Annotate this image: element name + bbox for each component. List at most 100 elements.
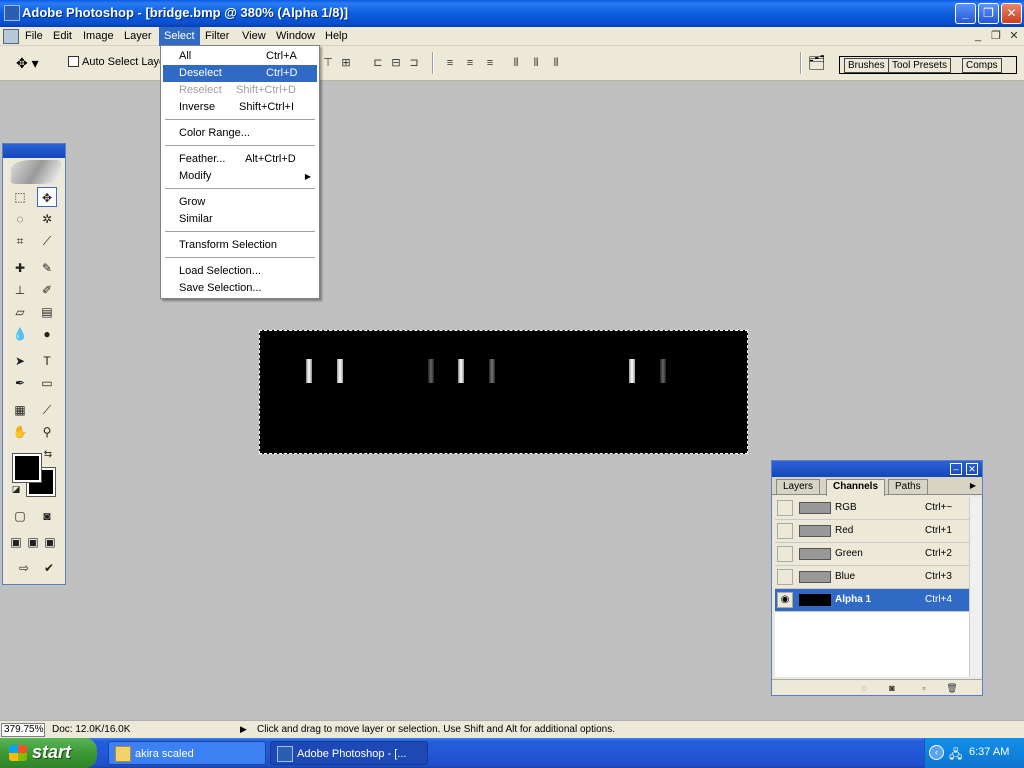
- move-tool-icon[interactable]: ✥: [37, 187, 57, 207]
- align-left-icon[interactable]: ⊏: [370, 55, 386, 71]
- menu-item-grow[interactable]: Grow: [163, 194, 317, 211]
- notes-tool-icon[interactable]: ▦: [10, 400, 30, 420]
- start-button[interactable]: start: [0, 738, 97, 768]
- dodge-tool-icon[interactable]: ●: [37, 324, 57, 344]
- slice-tool-icon[interactable]: ⟋: [37, 231, 57, 251]
- tab-layers[interactable]: Layers: [776, 479, 821, 494]
- visibility-toggle[interactable]: [777, 500, 793, 516]
- menu-file[interactable]: File: [20, 27, 48, 46]
- eraser-tool-icon[interactable]: ▱: [10, 302, 30, 322]
- menu-item-reselect[interactable]: Reselect Shift+Ctrl+D: [163, 82, 317, 99]
- menu-item-feather[interactable]: Feather... Alt+Ctrl+D: [163, 151, 317, 168]
- trash-icon[interactable]: 🗑: [946, 682, 958, 694]
- standard-screen-mode-icon[interactable]: ▣: [8, 532, 24, 552]
- palette-close-button[interactable]: ✕: [966, 463, 978, 475]
- foreground-color-swatch[interactable]: [12, 453, 42, 483]
- align-top-icon[interactable]: ⊤: [320, 55, 336, 71]
- new-channel-icon[interactable]: ▫: [918, 682, 930, 694]
- channel-row-alpha-1[interactable]: ◉ Alpha 1 Ctrl+4: [775, 589, 969, 612]
- distribute-left-icon[interactable]: ⫴: [508, 55, 524, 71]
- gradient-tool-icon[interactable]: ▤: [37, 302, 57, 322]
- history-brush-tool-icon[interactable]: ✐: [37, 280, 57, 300]
- title-bar[interactable]: Adobe Photoshop - [bridge.bmp @ 380% (Al…: [0, 0, 1024, 27]
- menu-window[interactable]: Window: [271, 27, 320, 46]
- pen-tool-icon[interactable]: ✒: [10, 373, 30, 393]
- full-screen-mode-icon[interactable]: ▣: [42, 532, 58, 552]
- close-button[interactable]: ✕: [1001, 3, 1022, 24]
- move-tool-icon[interactable]: ✥ ▾: [16, 54, 56, 74]
- document-minimize-button[interactable]: _: [971, 30, 985, 43]
- clone-stamp-tool-icon[interactable]: ⊥: [10, 280, 30, 300]
- status-menu-arrow-icon[interactable]: ▶: [240, 724, 247, 735]
- adobe-feather-icon[interactable]: [11, 160, 61, 184]
- document-size-info[interactable]: Doc: 12.0K/16.0K: [52, 724, 130, 735]
- lasso-tool-icon[interactable]: ◌: [10, 209, 30, 229]
- menu-edit[interactable]: Edit: [48, 27, 77, 46]
- quick-mask-mode-icon[interactable]: ◙: [37, 506, 57, 526]
- type-tool-icon[interactable]: T: [37, 351, 57, 371]
- align-right-icon[interactable]: ⊐: [406, 55, 422, 71]
- tab-channels[interactable]: Channels: [826, 479, 886, 496]
- document-icon[interactable]: [3, 29, 19, 44]
- palette-minimize-button[interactable]: –: [950, 463, 962, 475]
- palette-titlebar[interactable]: – ✕: [772, 461, 982, 477]
- network-icon[interactable]: 🖧: [949, 745, 965, 761]
- maximize-button[interactable]: ❐: [978, 3, 999, 24]
- menu-item-load-selection[interactable]: Load Selection...: [163, 263, 317, 280]
- menu-view[interactable]: View: [237, 27, 271, 46]
- distribute-hcenter-icon[interactable]: ⫴: [528, 55, 544, 71]
- menu-item-transform-selection[interactable]: Transform Selection: [163, 237, 317, 254]
- channel-row-green[interactable]: Green Ctrl+2: [775, 543, 969, 566]
- distribute-bottom-icon[interactable]: ≡: [482, 55, 498, 71]
- document-restore-button[interactable]: ❐: [989, 30, 1003, 43]
- align-hcenter-icon[interactable]: ⊟: [388, 55, 404, 71]
- menu-item-similar[interactable]: Similar: [163, 211, 317, 228]
- clock[interactable]: 6:37 AM: [969, 746, 1009, 758]
- channel-row-rgb[interactable]: RGB Ctrl+~: [775, 497, 969, 520]
- jump-to-imageready-icon[interactable]: ⇨: [10, 558, 38, 578]
- tab-paths[interactable]: Paths: [888, 479, 928, 494]
- menu-filter[interactable]: Filter: [200, 27, 234, 46]
- taskbar-item-photoshop[interactable]: Adobe Photoshop - [...: [270, 741, 428, 765]
- minimize-button[interactable]: _: [955, 3, 976, 24]
- shape-tool-icon[interactable]: ▭: [37, 373, 57, 393]
- blur-tool-icon[interactable]: 💧: [10, 324, 30, 344]
- healing-brush-tool-icon[interactable]: ✚: [10, 258, 30, 278]
- visibility-toggle[interactable]: [777, 569, 793, 585]
- load-channel-as-selection-icon[interactable]: ◌: [858, 682, 870, 694]
- zoom-level-field[interactable]: 379.75%: [1, 723, 45, 737]
- menu-select[interactable]: Select: [159, 27, 200, 46]
- zoom-tool-icon[interactable]: ⚲: [37, 422, 57, 442]
- brush-tool-icon[interactable]: ✎: [37, 258, 57, 278]
- align-vcenter-icon[interactable]: ⊞: [338, 55, 354, 71]
- visibility-toggle[interactable]: [777, 523, 793, 539]
- default-colors-icon[interactable]: ◪: [9, 482, 23, 496]
- marquee-tool-icon[interactable]: ⬚: [10, 187, 30, 207]
- distribute-top-icon[interactable]: ≡: [442, 55, 458, 71]
- image-canvas[interactable]: [259, 330, 748, 454]
- crop-tool-icon[interactable]: ⌗: [10, 231, 30, 251]
- distribute-vcenter-icon[interactable]: ≡: [462, 55, 478, 71]
- menu-image[interactable]: Image: [78, 27, 119, 46]
- menu-item-deselect[interactable]: Deselect Ctrl+D: [163, 65, 317, 82]
- menu-item-inverse[interactable]: Inverse Shift+Ctrl+I: [163, 99, 317, 116]
- auto-select-layer-checkbox[interactable]: Auto Select Layer: [68, 56, 169, 68]
- well-tab-tool-presets[interactable]: Tool Presets: [888, 58, 952, 73]
- photoshop-app-icon[interactable]: [4, 5, 20, 21]
- visibility-toggle[interactable]: [777, 546, 793, 562]
- magic-wand-tool-icon[interactable]: ✲: [37, 209, 57, 229]
- toolbox-titlebar[interactable]: [3, 144, 65, 158]
- document-close-button[interactable]: ✕: [1007, 30, 1021, 43]
- distribute-right-icon[interactable]: ⫴: [548, 55, 564, 71]
- show-hidden-icons-icon[interactable]: ‹: [929, 745, 944, 760]
- menu-layer[interactable]: Layer: [119, 27, 157, 46]
- menu-item-modify[interactable]: Modify ▶: [163, 168, 317, 185]
- full-screen-menu-mode-icon[interactable]: ▣: [25, 532, 41, 552]
- menu-item-all[interactable]: All Ctrl+A: [163, 48, 317, 65]
- channels-scrollbar[interactable]: [969, 497, 981, 677]
- eye-icon[interactable]: ◉: [777, 592, 793, 608]
- channel-row-blue[interactable]: Blue Ctrl+3: [775, 566, 969, 589]
- path-selection-tool-icon[interactable]: ➤: [10, 351, 30, 371]
- channel-row-red[interactable]: Red Ctrl+1: [775, 520, 969, 543]
- eyedropper-tool-icon[interactable]: ⟋: [37, 400, 57, 420]
